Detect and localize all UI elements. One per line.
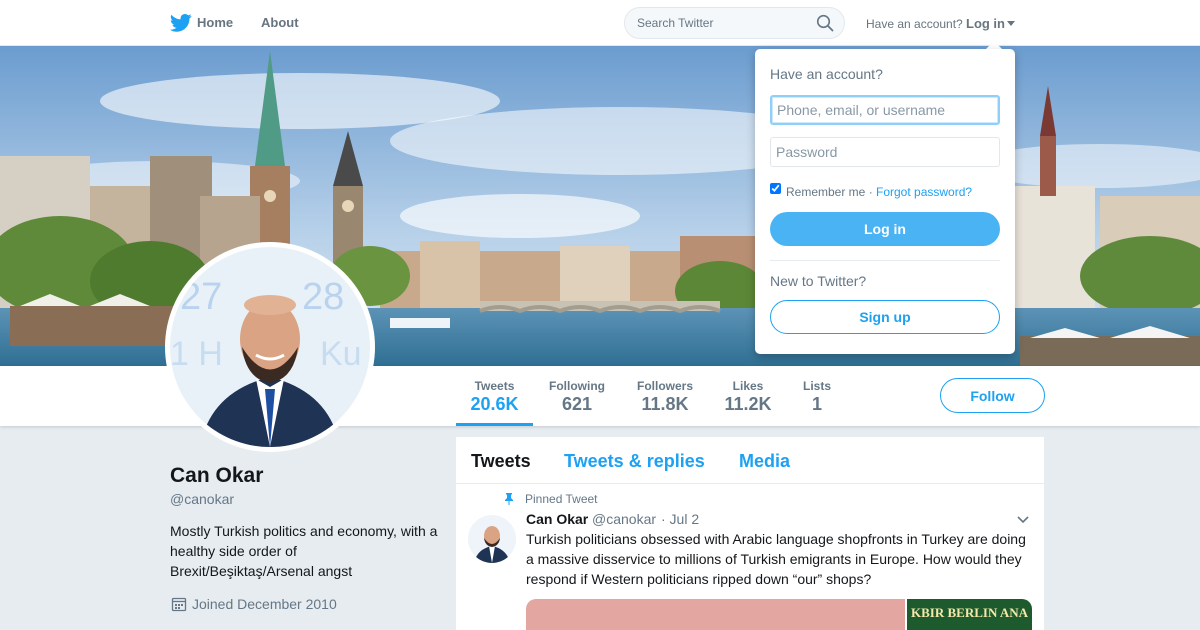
svg-text:1 H: 1 H [170,335,223,373]
search-icon[interactable] [816,14,834,32]
media-sign-text: KBIR BERLIN ANA [911,605,1029,620]
username-input[interactable] [770,95,1000,125]
signup-button[interactable]: Sign up [770,300,1000,334]
stat-following[interactable]: Following 621 [540,366,614,426]
search-input[interactable] [624,7,845,39]
calendar-icon [171,597,187,612]
stat-label: Tweets [474,379,515,393]
profile-avatar[interactable]: 27 28 1 H Ku [165,242,375,452]
remember-me-label[interactable]: Remember me · [786,185,873,199]
tweet-text: Turkish politicians obsessed with Arabic… [526,531,1026,587]
profile-name[interactable]: Can Okar [170,464,263,488]
tweet-author-handle[interactable]: @canokar [592,511,656,527]
caret-down-icon[interactable] [1007,21,1015,26]
tab-tweets-replies[interactable]: Tweets & replies [564,451,705,472]
tweet-media-image[interactable]: KBIR BERLIN ANA [907,599,1032,630]
login-button[interactable]: Log in [770,212,1000,246]
chevron-down-icon[interactable] [1017,516,1029,524]
stat-value: 11.2K [724,394,772,414]
top-nav: Home About Have an account? Log in [0,0,1200,46]
dropdown-divider [770,260,1000,261]
have-account-text: Have an account? [866,17,963,31]
tab-media[interactable]: Media [739,451,790,472]
svg-text:28: 28 [302,276,344,318]
tweet-author-name[interactable]: Can Okar [526,511,588,527]
stat-label: Followers [636,379,693,393]
timeline-tabs: Tweets Tweets & replies Media [456,437,1044,484]
stat-label: Following [549,379,605,393]
avatar-photo: 27 28 1 H Ku [170,247,370,447]
remember-me-checkbox[interactable] [770,183,781,194]
tweet-avatar-photo [468,515,516,563]
nav-about-link[interactable]: About [261,15,299,30]
login-dropdown: Have an account? Remember me · Forgot pa… [755,49,1015,354]
pin-icon [505,493,513,505]
stat-value: 11.8K [641,394,689,414]
nav-home-link[interactable]: Home [197,15,233,30]
tweet-avatar[interactable] [468,515,516,563]
stat-likes[interactable]: Likes 11.2K [716,366,780,426]
stat-tweets[interactable]: Tweets 20.6K [456,366,533,426]
pinned-tweet-label: Pinned Tweet [525,492,598,506]
stat-lists[interactable]: Lists 1 [796,366,838,426]
stat-label: Likes [732,379,764,393]
password-input[interactable] [770,137,1000,167]
login-dropdown-toggle[interactable]: Log in [966,16,1005,31]
profile-handle[interactable]: @canokar [170,491,234,507]
tweet-media-image[interactable] [526,599,905,630]
twitter-bird-icon[interactable] [170,13,192,33]
timeline: Tweets Tweets & replies Media Pinned Twe… [456,437,1044,630]
stat-value: 1 [811,394,822,414]
svg-text:Ku: Ku [320,335,362,373]
stat-value: 20.6K [470,394,519,414]
forgot-password-link[interactable]: Forgot password? [876,185,972,199]
svg-text:27: 27 [180,276,222,318]
tweet-date[interactable]: · Jul 2 [661,511,699,527]
profile-joined-date: Joined December 2010 [192,596,337,612]
stat-followers[interactable]: Followers 11.8K [628,366,702,426]
stat-value: 621 [561,394,593,414]
login-dropdown-title: Have an account? [770,66,883,82]
follow-button[interactable]: Follow [940,378,1045,413]
new-to-twitter-text: New to Twitter? [770,273,867,289]
tab-tweets[interactable]: Tweets [471,451,531,472]
profile-bio: Mostly Turkish politics and economy, wit… [170,523,438,579]
stat-label: Lists [802,379,831,393]
